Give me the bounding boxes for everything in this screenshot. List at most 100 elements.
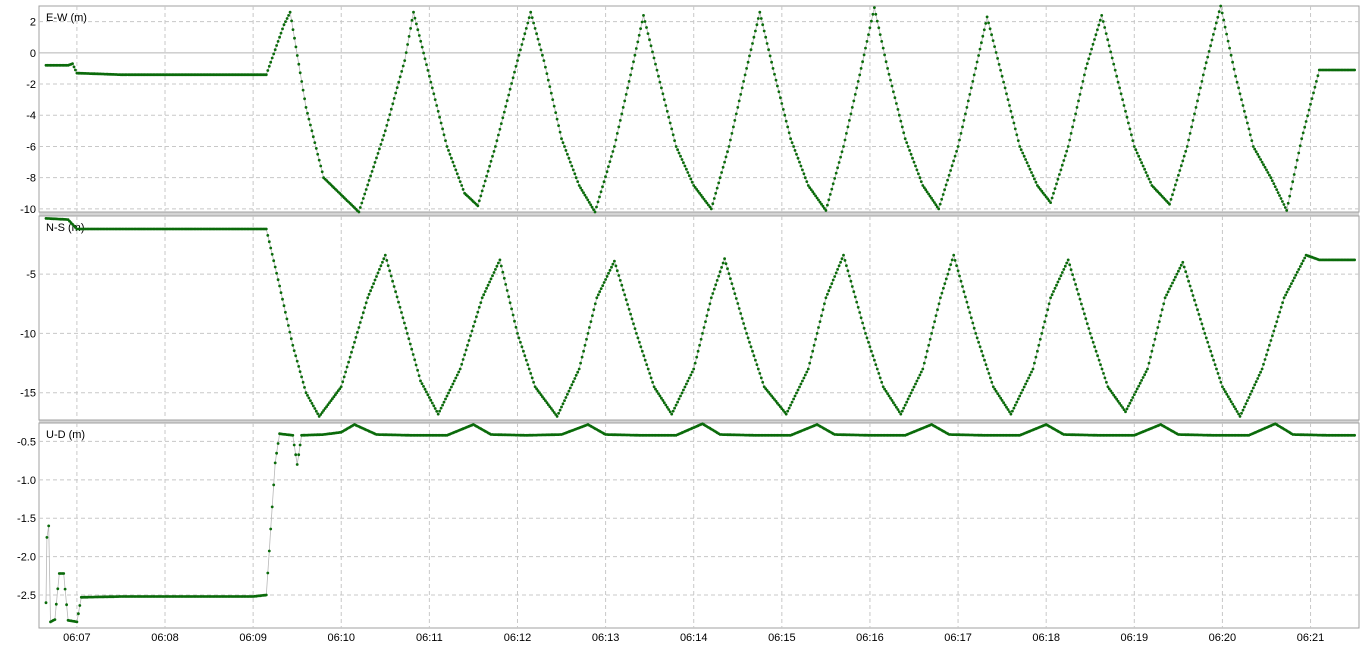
data-point xyxy=(1200,80,1204,83)
data-point xyxy=(880,40,884,43)
data-point xyxy=(460,184,464,187)
data-point xyxy=(802,376,806,380)
data-point xyxy=(1259,370,1262,374)
data-point xyxy=(303,386,306,389)
data-point xyxy=(1050,196,1054,200)
data-point xyxy=(385,124,389,127)
data-point xyxy=(266,69,270,72)
data-point xyxy=(686,171,690,174)
data-point xyxy=(1278,194,1281,197)
data-point xyxy=(1301,259,1305,263)
data-point xyxy=(704,320,707,323)
data-point xyxy=(313,141,317,145)
data-point xyxy=(1282,203,1286,206)
data-point xyxy=(1287,287,1290,291)
data-point xyxy=(419,379,422,383)
data-point xyxy=(282,304,286,308)
data-point xyxy=(799,382,803,386)
x-tick-label: 06:14 xyxy=(680,632,708,644)
data-point xyxy=(855,86,859,90)
data-point xyxy=(924,355,928,359)
data-point xyxy=(1191,294,1195,297)
data-point xyxy=(373,161,377,164)
data-point xyxy=(640,20,644,24)
data-point xyxy=(830,187,834,191)
data-point xyxy=(1259,158,1262,161)
data-point xyxy=(1146,367,1149,371)
data-point xyxy=(1131,396,1135,399)
data-point xyxy=(875,19,879,23)
data-point xyxy=(764,35,768,39)
data-point xyxy=(1286,201,1290,205)
data-point xyxy=(1152,343,1155,347)
data-point xyxy=(740,86,744,90)
data-point xyxy=(936,308,939,312)
data-point xyxy=(1278,310,1282,314)
data-point xyxy=(488,280,491,284)
data-point xyxy=(657,74,660,78)
data-point xyxy=(1184,149,1188,153)
data-point xyxy=(874,363,878,366)
data-point xyxy=(1016,397,1020,401)
data-point xyxy=(823,302,826,306)
data-point xyxy=(1279,305,1283,309)
data-point xyxy=(1251,145,1255,148)
data-point xyxy=(922,361,926,365)
data-point xyxy=(752,354,756,358)
data-point xyxy=(812,343,816,347)
data-point xyxy=(1265,353,1268,357)
data-point xyxy=(519,340,522,344)
data-point xyxy=(1204,336,1208,340)
data-point xyxy=(702,326,706,329)
data-point xyxy=(413,358,417,362)
data-point xyxy=(1191,119,1195,122)
data-point xyxy=(1295,270,1299,274)
data-point xyxy=(372,282,375,285)
data-point xyxy=(504,105,508,108)
data-point xyxy=(480,296,484,300)
data-point xyxy=(1303,125,1307,129)
data-point xyxy=(745,332,748,335)
data-point xyxy=(878,33,882,36)
data-point xyxy=(276,278,280,282)
data-point xyxy=(997,394,1001,398)
data-point xyxy=(787,406,791,410)
data-point xyxy=(673,406,676,410)
data-point xyxy=(511,313,515,317)
data-point xyxy=(1011,409,1014,413)
data-point xyxy=(1115,74,1119,78)
data-point xyxy=(369,289,372,293)
data-point xyxy=(505,99,509,103)
data-point xyxy=(762,29,766,33)
data-point xyxy=(1187,138,1190,142)
data-point xyxy=(370,170,374,173)
data-point xyxy=(306,394,309,397)
data-point xyxy=(1021,388,1025,392)
data-point xyxy=(1193,112,1196,116)
data-point xyxy=(435,409,439,413)
data-point xyxy=(1285,209,1289,212)
data-point xyxy=(831,278,835,282)
data-point xyxy=(542,59,546,62)
data-point xyxy=(643,358,647,362)
data-point xyxy=(1019,148,1023,152)
data-point xyxy=(965,106,969,109)
data-point xyxy=(1060,163,1064,167)
data-point xyxy=(482,184,486,188)
data-point xyxy=(906,397,910,401)
data-point xyxy=(1094,349,1098,353)
data-point xyxy=(784,412,788,416)
data-point xyxy=(934,314,938,317)
data-point xyxy=(862,53,866,57)
data-point xyxy=(911,388,914,392)
data-point xyxy=(580,188,584,192)
data-point xyxy=(977,54,980,57)
data-point xyxy=(621,106,625,109)
data-point xyxy=(470,329,474,333)
data-point xyxy=(1109,50,1113,54)
data-point xyxy=(439,121,443,125)
data-point xyxy=(514,325,518,329)
data-point xyxy=(389,274,393,278)
data-point xyxy=(918,176,922,180)
data-point xyxy=(1185,145,1189,148)
